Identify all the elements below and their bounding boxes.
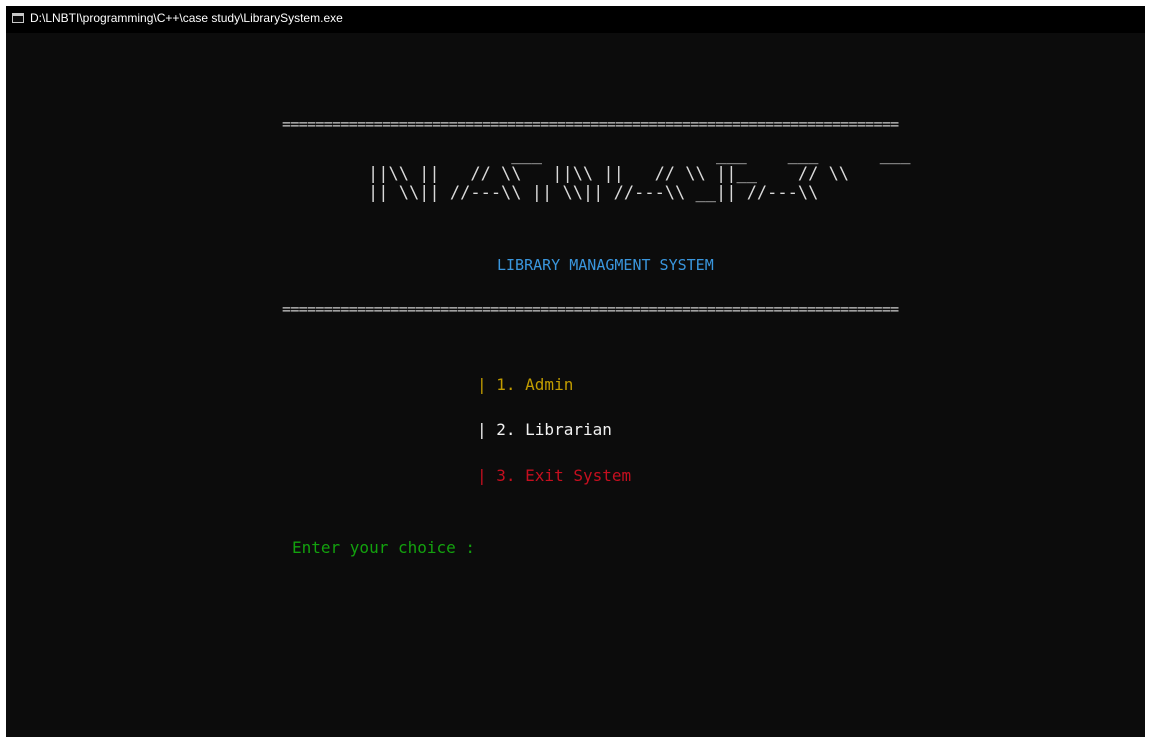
choice-prompt: Enter your choice : [292,538,476,557]
system-subtitle: LIBRARY MANAGMENT SYSTEM [497,256,714,274]
ascii-logo: ___ ___ ___ ___ ||\\ || // \\ ||\\ || //… [368,145,911,203]
window-title: D:\LNBTI\programming\C++\case study\Libr… [30,11,343,25]
divider-bottom: ========================================… [282,300,899,318]
console-output[interactable]: ========================================… [6,33,1145,737]
console-window: D:\LNBTI\programming\C++\case study\Libr… [6,6,1145,737]
console-app-icon[interactable] [12,13,24,23]
menu-item-exit: | 3. Exit System [477,466,632,485]
menu-item-admin: | 1. Admin [477,375,574,394]
menu-item-librarian: | 2. Librarian [477,420,612,439]
title-bar[interactable]: D:\LNBTI\programming\C++\case study\Libr… [6,6,1145,33]
divider-top: ========================================… [282,115,899,133]
